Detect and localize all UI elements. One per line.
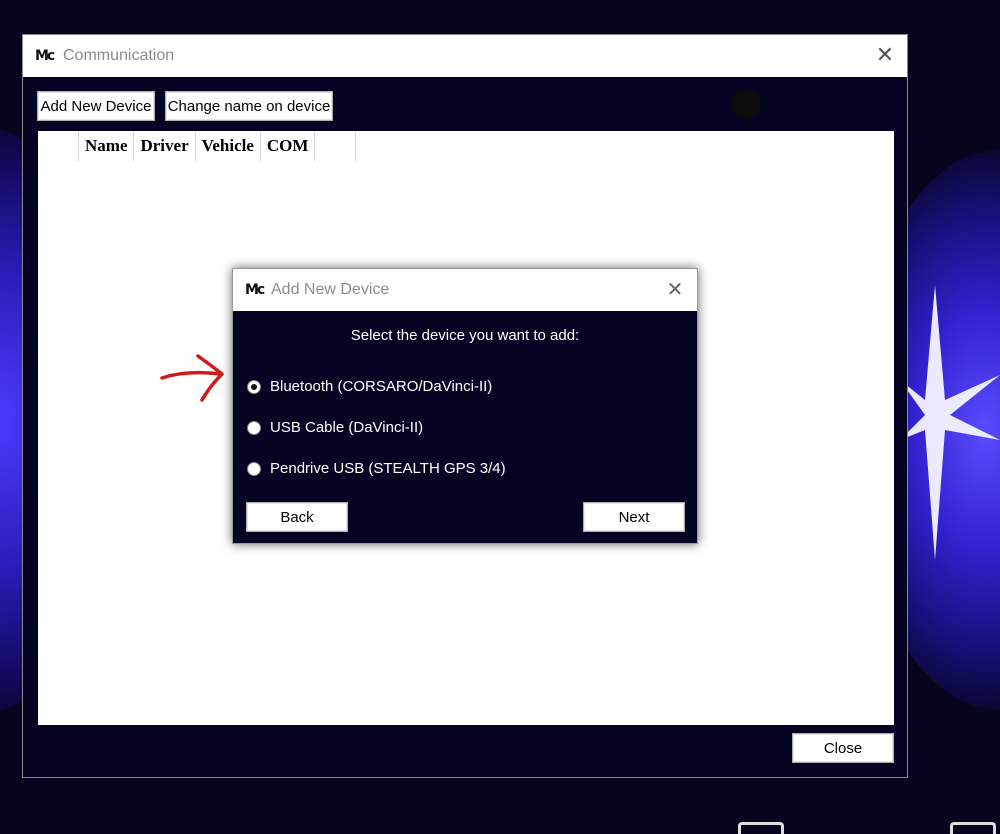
radio-button[interactable] [247, 461, 261, 476]
close-dialog-icon[interactable]: ✕ [663, 277, 687, 301]
column-header-driver[interactable]: Driver [133, 131, 194, 161]
option-pendrive-usb[interactable]: Pendrive USB (STEALTH GPS 3/4) [247, 460, 506, 477]
taskbar-icon[interactable] [950, 822, 996, 834]
close-window-icon[interactable]: ✕ [873, 43, 897, 68]
option-label: USB Cable (DaVinci-II) [270, 419, 424, 436]
mc-app-logo-icon: Mc [245, 282, 265, 298]
next-button[interactable]: Next [583, 502, 685, 532]
column-header-name[interactable]: Name [78, 131, 133, 161]
column-header-filler [314, 131, 357, 161]
taskbar-icon[interactable] [738, 822, 784, 834]
add-new-device-dialog: Mc Add New Device ✕ Select the device yo… [232, 268, 698, 544]
change-device-name-button[interactable]: Change name on device [165, 91, 333, 121]
column-header-vehicle[interactable]: Vehicle [194, 131, 260, 161]
device-list-header: Name Driver Vehicle COM [78, 131, 357, 161]
red-hand-drawn-arrow-icon [160, 354, 224, 402]
mc-app-logo-icon: Mc [35, 48, 55, 64]
option-bluetooth[interactable]: Bluetooth (CORSARO/DaVinci-II) [247, 378, 492, 395]
status-indicator [731, 89, 761, 119]
add-new-device-button[interactable]: Add New Device [37, 91, 155, 121]
window-titlebar[interactable]: Mc Communication ✕ [23, 35, 907, 77]
dialog-prompt: Select the device you want to add: [350, 327, 580, 344]
option-label: Bluetooth (CORSARO/DaVinci-II) [270, 378, 493, 395]
close-button[interactable]: Close [792, 733, 894, 763]
radio-button[interactable] [247, 420, 261, 435]
column-header-com[interactable]: COM [259, 131, 315, 161]
back-button[interactable]: Back [246, 502, 348, 532]
toolbar: Add New Device Change name on device [37, 91, 333, 121]
window-title: Communication [63, 47, 175, 64]
radio-button[interactable] [247, 379, 261, 394]
dialog-titlebar[interactable]: Mc Add New Device ✕ [233, 269, 697, 311]
option-label: Pendrive USB (STEALTH GPS 3/4) [270, 460, 506, 477]
dialog-title: Add New Device [271, 281, 390, 298]
option-usb-cable[interactable]: USB Cable (DaVinci-II) [247, 419, 423, 436]
